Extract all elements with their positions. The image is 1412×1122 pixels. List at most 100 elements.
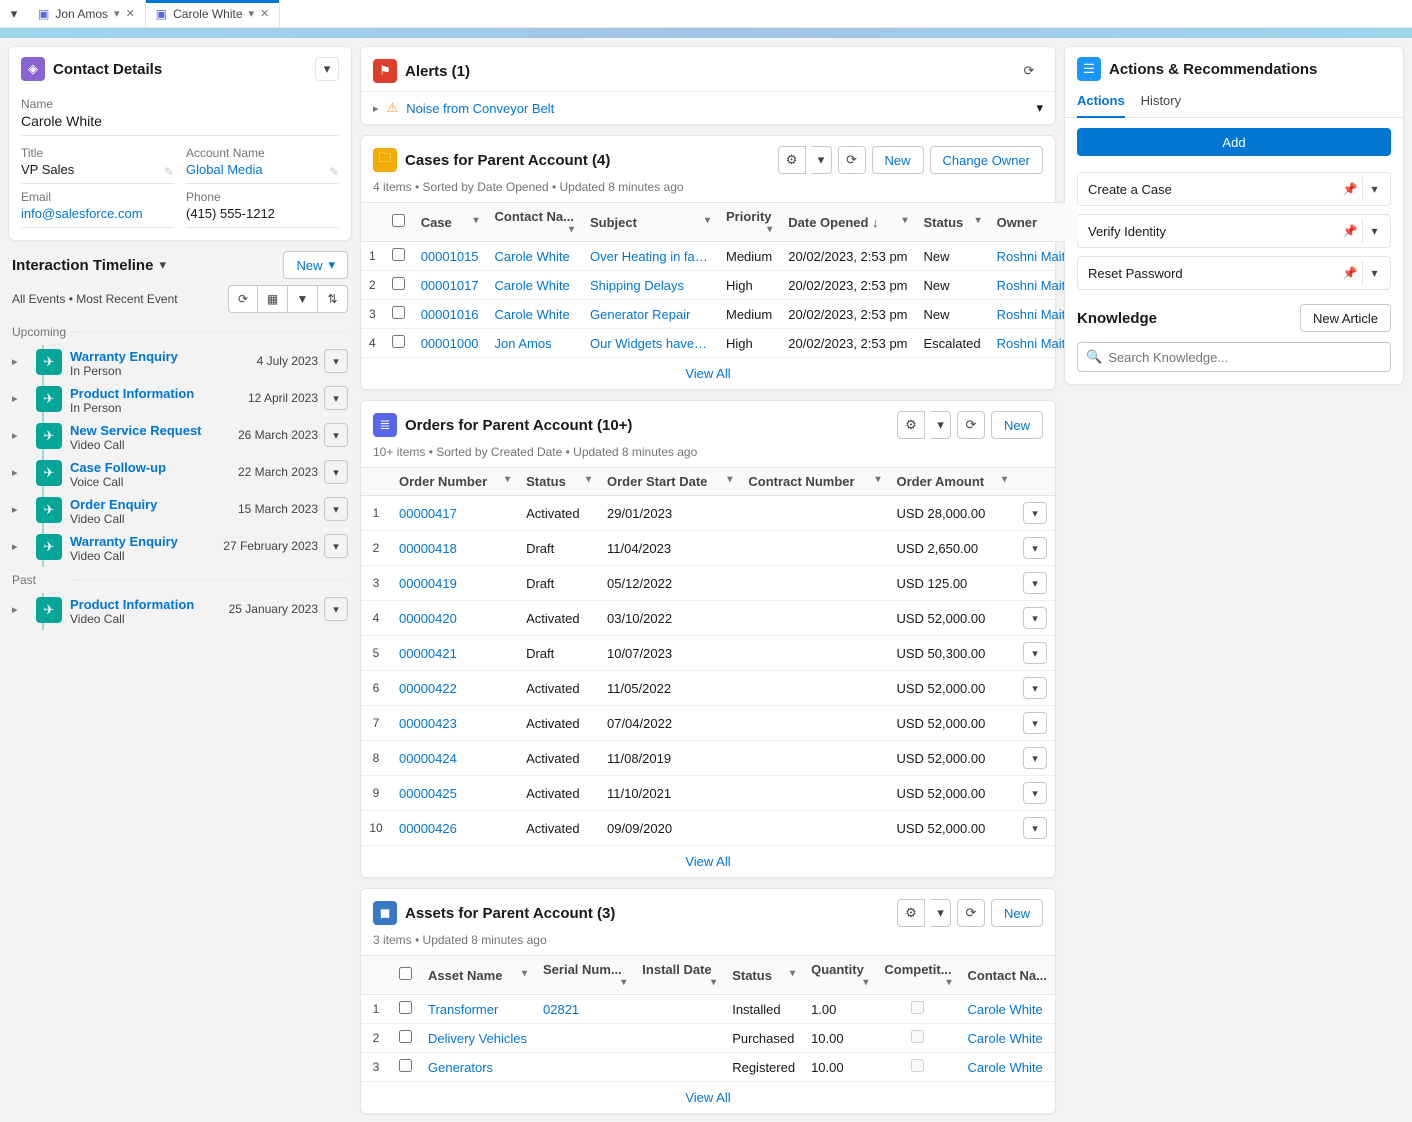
select-all-checkbox[interactable] [392,214,405,227]
account-link[interactable]: Global Media [186,162,263,177]
tab-close-icon[interactable]: ✕ [260,7,269,20]
tab-history[interactable]: History [1141,85,1181,117]
col-amount[interactable]: Order Amount▾ [888,468,1015,496]
pin-icon[interactable]: 📌 [1338,261,1362,285]
row-menu-button[interactable]: ▾ [1023,677,1047,699]
case-link[interactable]: 00001017 [421,278,479,293]
refresh-icon[interactable]: ⟳ [957,899,985,927]
new-case-button[interactable]: New [872,146,924,174]
timeline-item-title[interactable]: Product Information [70,597,194,612]
row-menu-button[interactable]: ▾ [1023,712,1047,734]
row-checkbox[interactable] [392,248,405,261]
timeline-filter-menu[interactable]: ▾ [159,257,166,273]
knowledge-search-input[interactable] [1108,350,1382,365]
col-install-date[interactable]: Install Date▾ [634,956,724,995]
case-link[interactable]: 00001016 [421,307,479,322]
subject-link[interactable]: Generator Repair [590,307,690,322]
list-settings-icon[interactable]: ⚙ [778,146,806,174]
serial-link[interactable]: 02821 [543,1002,579,1017]
add-action-button[interactable]: Add [1077,128,1391,156]
orders-view-all[interactable]: View All [685,854,730,869]
alert-link[interactable]: Noise from Conveyor Belt [406,101,1028,116]
tab-menu-caret[interactable]: ▾ [114,7,120,20]
action-item[interactable]: Create a Case 📌 ▾ [1077,172,1391,206]
row-checkbox[interactable] [399,1001,412,1014]
edit-pencil-icon[interactable]: ✎ [164,165,174,179]
case-link[interactable]: 00001015 [421,249,479,264]
order-link[interactable]: 00000417 [399,506,457,521]
row-menu-button[interactable]: ▾ [1023,537,1047,559]
expand-icon[interactable]: ▸ [12,534,28,553]
order-link[interactable]: 00000422 [399,681,457,696]
select-all-checkbox[interactable] [399,967,412,980]
col-status[interactable]: Status▾ [916,203,989,242]
contact-details-more-button[interactable]: ▾ [315,57,339,81]
owner-link[interactable]: Roshni Maitr [997,278,1070,293]
sort-icon[interactable]: ⇅ [318,285,348,313]
contact-link[interactable]: Carole White [495,249,570,264]
expand-icon[interactable]: ▸ [12,349,28,368]
contact-link[interactable]: Carole White [495,307,570,322]
col-contact[interactable]: Contact Na... [960,956,1055,995]
new-article-button[interactable]: New Article [1300,304,1391,332]
tab-carole-white[interactable]: ▣ Carole White ▾ ✕ [146,0,280,27]
contact-link[interactable]: Jon Amos [495,336,552,351]
col-serial[interactable]: Serial Num...▾ [535,956,634,995]
list-settings-caret[interactable]: ▾ [931,411,951,439]
timeline-item-title[interactable]: Warranty Enquiry [70,534,178,549]
col-contract[interactable]: Contract Number▾ [740,468,888,496]
refresh-icon[interactable]: ⟳ [228,285,258,313]
order-link[interactable]: 00000419 [399,576,457,591]
tab-actions[interactable]: Actions [1077,85,1125,118]
cases-view-all[interactable]: View All [685,366,730,381]
expand-alert-icon[interactable]: ▸ [373,102,379,115]
col-start-date[interactable]: Order Start Date▾ [599,468,740,496]
pin-icon[interactable]: 📌 [1338,177,1362,201]
asset-link[interactable]: Delivery Vehicles [428,1031,527,1046]
pin-icon[interactable]: 📌 [1338,219,1362,243]
contact-link[interactable]: Carole White [968,1060,1043,1075]
list-settings-caret[interactable]: ▾ [931,899,951,927]
timeline-item-menu[interactable]: ▾ [324,534,348,558]
order-link[interactable]: 00000421 [399,646,457,661]
row-menu-button[interactable]: ▾ [1023,782,1047,804]
order-link[interactable]: 00000420 [399,611,457,626]
row-menu-button[interactable]: ▾ [1023,607,1047,629]
col-date-opened[interactable]: Date Opened ↓▾ [780,203,915,242]
row-checkbox[interactable] [392,277,405,290]
col-priority[interactable]: Priority▾ [718,203,780,242]
row-menu-button[interactable]: ▾ [1023,747,1047,769]
col-quantity[interactable]: Quantity▾ [803,956,876,995]
col-owner[interactable]: Owner [989,203,1078,242]
contact-link[interactable]: Carole White [968,1002,1043,1017]
action-item-caret[interactable]: ▾ [1362,177,1386,201]
col-status[interactable]: Status▾ [724,956,803,995]
row-menu-button[interactable]: ▾ [1023,817,1047,839]
subject-link[interactable]: Our Widgets have not been … [590,336,710,351]
timeline-item-title[interactable]: Order Enquiry [70,497,157,512]
alert-caret-icon[interactable]: ▾ [1036,100,1043,116]
col-contact[interactable]: Contact Na...▾ [487,203,582,242]
order-link[interactable]: 00000425 [399,786,457,801]
action-item[interactable]: Verify Identity 📌 ▾ [1077,214,1391,248]
asset-link[interactable]: Transformer [428,1002,498,1017]
col-status[interactable]: Status▾ [518,468,599,496]
timeline-item-menu[interactable]: ▾ [324,597,348,621]
timeline-new-button[interactable]: New ▾ [283,251,348,279]
row-checkbox[interactable] [392,306,405,319]
tab-menu-caret[interactable]: ▾ [249,7,255,20]
new-order-button[interactable]: New [991,411,1043,439]
new-asset-button[interactable]: New [991,899,1043,927]
owner-link[interactable]: Roshni Maitr [997,307,1070,322]
expand-icon[interactable]: ▸ [12,386,28,405]
col-asset-name[interactable]: Asset Name▾ [420,956,535,995]
owner-link[interactable]: Roshni Maitr [997,336,1070,351]
row-checkbox[interactable] [399,1030,412,1043]
filter-icon[interactable]: ▼ [288,285,318,313]
col-case[interactable]: Case▾ [413,203,487,242]
row-checkbox[interactable] [392,335,405,348]
subject-link[interactable]: Shipping Delays [590,278,684,293]
email-link[interactable]: info@salesforce.com [21,206,143,221]
timeline-item-title[interactable]: Warranty Enquiry [70,349,178,364]
order-link[interactable]: 00000426 [399,821,457,836]
